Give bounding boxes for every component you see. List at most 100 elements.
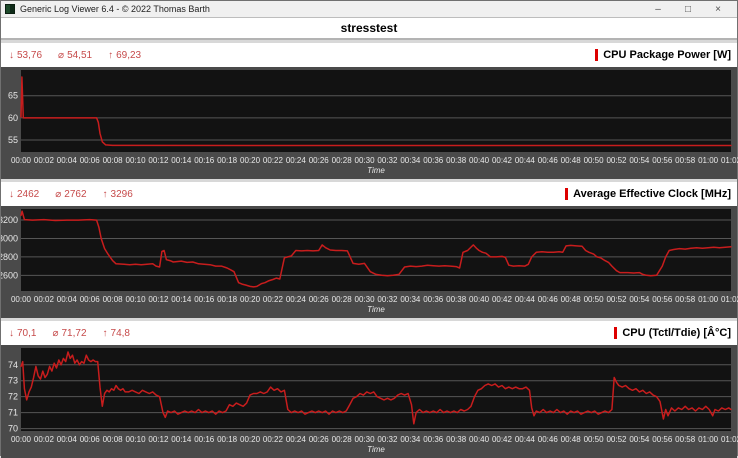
svg-text:00:28: 00:28: [332, 295, 353, 304]
svg-text:00:04: 00:04: [57, 435, 78, 444]
chart-container: 70 71 72 73 74 00:00 00:02 00:04 00:06 00:08 00:10…: [1, 345, 738, 458]
svg-text:00:20: 00:20: [240, 295, 261, 304]
svg-text:2600: 2600: [1, 270, 18, 280]
svg-text:00:02: 00:02: [34, 295, 55, 304]
svg-text:00:52: 00:52: [606, 435, 627, 444]
svg-text:01:02: 01:02: [721, 295, 738, 304]
stat-avg-value: 54,51: [67, 49, 93, 61]
stats-row: ↓ 70,1 ⌀ 71,72 ↑ 74,8 CPU (Tctl/Tdie) [Â°C]: [1, 321, 737, 345]
avg-icon: ⌀: [52, 327, 59, 339]
stat-avg-value: 71,72: [61, 327, 87, 339]
close-button[interactable]: ×: [703, 2, 733, 17]
stat-min-value: 53,76: [17, 49, 43, 61]
svg-text:00:26: 00:26: [309, 295, 330, 304]
svg-text:00:52: 00:52: [606, 295, 627, 304]
svg-text:73: 73: [8, 376, 18, 386]
svg-text:00:26: 00:26: [309, 435, 330, 444]
svg-text:00:40: 00:40: [469, 435, 490, 444]
minimize-button[interactable]: –: [643, 2, 673, 17]
svg-text:00:46: 00:46: [538, 295, 559, 304]
avg-icon: ⌀: [55, 188, 62, 200]
svg-text:01:02: 01:02: [721, 156, 738, 165]
stat-avg: ⌀ 2762: [55, 189, 86, 200]
chart-title: CPU (Tctl/Tdie) [Â°C]: [622, 327, 731, 339]
chart-plot-average-effective-clock[interactable]: 2600 2800 3000 3200 00:0000:0200:0400:0600:0…: [1, 206, 738, 318]
series-color-marker: [595, 49, 599, 61]
svg-text:00:28: 00:28: [332, 435, 353, 444]
svg-text:00:18: 00:18: [217, 156, 238, 165]
svg-text:00:30: 00:30: [355, 295, 376, 304]
svg-text:01:02: 01:02: [721, 435, 738, 444]
svg-text:00:54: 00:54: [629, 435, 650, 444]
svg-text:00:08: 00:08: [103, 295, 124, 304]
svg-text:3200: 3200: [1, 215, 18, 225]
stat-min: ↓ 70,1: [9, 328, 36, 339]
stat-max: ↑ 69,23: [108, 50, 141, 61]
svg-text:00:58: 00:58: [675, 295, 696, 304]
svg-text:00:12: 00:12: [148, 295, 169, 304]
chart-group-cpu-temperature: ↓ 70,1 ⌀ 71,72 ↑ 74,8 CPU (Tctl/Tdie) [Â°C]…: [1, 321, 738, 458]
chart-legend: CPU (Tctl/Tdie) [Â°C]: [614, 327, 731, 339]
svg-text:Time: Time: [367, 166, 385, 175]
chart-container: 2600 2800 3000 3200 00:0000:0200:0400:0600:0…: [1, 206, 738, 318]
svg-text:00:00: 00:00: [11, 435, 32, 444]
svg-text:00:14: 00:14: [171, 435, 192, 444]
svg-text:01:00: 01:00: [698, 435, 719, 444]
svg-text:00:48: 00:48: [561, 435, 582, 444]
svg-text:00:56: 00:56: [652, 435, 673, 444]
chart-plot-cpu-package-power[interactable]: 55606500:00 00:02 00:04 00:06 00:08 00:10 00:1…: [1, 67, 738, 179]
maximize-button[interactable]: □: [673, 2, 703, 17]
stat-max: ↑ 3296: [103, 189, 133, 200]
svg-text:00:44: 00:44: [515, 435, 536, 444]
svg-text:00:30: 00:30: [355, 156, 376, 165]
chart-container: 55 60 65 00:00 00:02 00:04 00:06 00:08 00:10 00:1…: [1, 67, 738, 179]
svg-text:00:16: 00:16: [194, 295, 215, 304]
svg-text:00:34: 00:34: [400, 435, 421, 444]
svg-text:00:20: 00:20: [240, 435, 261, 444]
svg-text:00:26: 00:26: [309, 156, 330, 165]
svg-text:00:42: 00:42: [492, 435, 513, 444]
svg-text:00:40: 00:40: [469, 156, 490, 165]
svg-text:00:34: 00:34: [400, 156, 421, 165]
svg-text:00:04: 00:04: [57, 295, 78, 304]
svg-text:00:06: 00:06: [80, 295, 101, 304]
svg-text:00:44: 00:44: [515, 295, 536, 304]
svg-text:00:16: 00:16: [194, 435, 215, 444]
svg-text:00:02: 00:02: [34, 435, 55, 444]
stat-max-value: 74,8: [110, 327, 130, 339]
svg-text:74: 74: [8, 360, 18, 370]
svg-text:00:10: 00:10: [126, 156, 147, 165]
stat-max-value: 3296: [110, 188, 133, 200]
min-arrow-icon: ↓: [9, 49, 14, 61]
chart-title: Average Effective Clock [MHz]: [573, 188, 731, 200]
svg-text:00:32: 00:32: [377, 295, 398, 304]
svg-text:00:54: 00:54: [629, 156, 650, 165]
chart-title: CPU Package Power [W]: [603, 49, 731, 61]
series-color-marker: [565, 188, 569, 200]
svg-text:00:14: 00:14: [171, 156, 192, 165]
page-title: stresstest: [340, 21, 398, 35]
app-icon: [5, 4, 15, 14]
svg-text:60: 60: [8, 113, 18, 123]
window-title: Generic Log Viewer 6.4 - © 2022 Thomas B…: [20, 4, 210, 14]
svg-text:00:32: 00:32: [377, 435, 398, 444]
svg-text:01:00: 01:00: [698, 156, 719, 165]
chart-group-average-effective-clock: ↓ 2462 ⌀ 2762 ↑ 3296 Average Effective Cloc…: [1, 182, 738, 318]
svg-text:00:00: 00:00: [11, 156, 32, 165]
svg-text:00:00: 00:00: [11, 295, 32, 304]
svg-text:2800: 2800: [1, 252, 18, 262]
svg-text:55: 55: [8, 135, 18, 145]
svg-text:00:02: 00:02: [34, 156, 55, 165]
svg-text:00:22: 00:22: [263, 295, 284, 304]
stat-min: ↓ 53,76: [9, 50, 42, 61]
svg-text:70: 70: [8, 424, 18, 434]
svg-text:00:10: 00:10: [126, 295, 147, 304]
svg-text:00:08: 00:08: [103, 156, 124, 165]
svg-text:00:44: 00:44: [515, 156, 536, 165]
document-header: stresstest: [1, 18, 737, 40]
chart-legend: CPU Package Power [W]: [595, 49, 731, 61]
svg-text:00:38: 00:38: [446, 295, 467, 304]
chart-plot-cpu-temperature[interactable]: 70 71 72 73 74 00:00 00:02 00:04 00:06 00:08 00:10…: [1, 345, 738, 458]
svg-text:00:56: 00:56: [652, 156, 673, 165]
stat-avg: ⌀ 71,72: [52, 328, 86, 339]
